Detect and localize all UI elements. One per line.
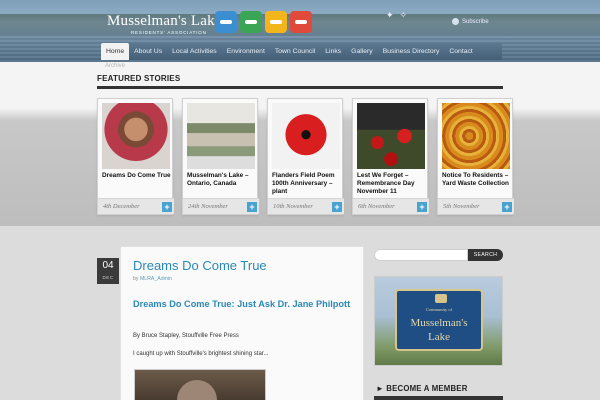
sign-text: Community of — [425, 307, 453, 312]
post-image[interactable] — [134, 369, 266, 400]
story-date-bar: 24th November + — [183, 198, 259, 214]
rss-icon — [452, 18, 459, 25]
story-thumbnail[interactable] — [442, 103, 510, 169]
story-date-bar: 10th November + — [268, 198, 344, 214]
post-paragraph: By Bruce Stapley, Stouffville Free Press — [133, 333, 239, 339]
story-date: 24th November — [188, 203, 228, 210]
story-thumbnail[interactable] — [357, 103, 425, 169]
crest-icon — [435, 294, 447, 303]
post-article: Dreams Do Come True by MLRA_Admin Dreams… — [120, 246, 364, 400]
post-month: DEC — [102, 275, 114, 280]
nav-item-contact[interactable]: Contact — [444, 43, 477, 60]
story-thumbnail[interactable] — [102, 103, 170, 169]
nav-item-gallery[interactable]: Gallery — [346, 43, 378, 60]
subscribe-label: Subscribe — [462, 18, 489, 25]
subscribe-link[interactable]: Subscribe — [452, 18, 489, 25]
nav-item-archive[interactable]: Archive — [105, 63, 125, 69]
post-title[interactable]: Dreams Do Come True — [133, 258, 267, 273]
story-date-bar: 4th December + — [98, 198, 174, 214]
story-thumbnail[interactable] — [272, 103, 340, 169]
story-title[interactable]: Notice To Residents – Yard Waste Collect… — [442, 172, 512, 188]
post-author-link[interactable]: MLRA_Admin — [140, 276, 172, 282]
story-date: 10th November — [273, 203, 313, 210]
read-more-button[interactable]: + — [332, 202, 342, 212]
featured-divider — [97, 86, 503, 89]
kayak-icon — [240, 11, 262, 33]
nav-item-environment[interactable]: Environment — [222, 43, 270, 60]
story-date-bar: 5th November + — [438, 198, 514, 214]
nav-item-home[interactable]: Home — [101, 43, 130, 60]
featured-card[interactable]: Notice To Residents – Yard Waste Collect… — [437, 98, 514, 215]
read-more-button[interactable]: + — [417, 202, 427, 212]
featured-card[interactable]: Dreams Do Come True 4th December + — [97, 98, 174, 215]
swimming-icon — [215, 11, 237, 33]
story-thumbnail[interactable] — [187, 103, 255, 169]
story-title[interactable]: Flanders Field Poem 100th Anniversary – … — [272, 172, 342, 196]
post-subtitle: Dreams Do Come True: Just Ask Dr. Jane P… — [133, 299, 351, 309]
featured-card[interactable]: Lest We Forget – Remembrance Day Novembe… — [352, 98, 429, 215]
story-date-bar: 6th November + — [353, 198, 429, 214]
story-date: 5th November — [443, 203, 480, 210]
site-logo-title[interactable]: Musselman's Lake — [107, 13, 222, 30]
sign-board: Community of Musselman's Lake — [395, 289, 483, 351]
sailing-icon — [290, 11, 312, 33]
nav-item-links[interactable]: Links — [320, 43, 346, 60]
cycling-icon — [265, 11, 287, 33]
post-day: 04 — [102, 260, 114, 271]
sign-text: Musselman's — [410, 317, 468, 329]
read-more-button[interactable]: + — [502, 202, 512, 212]
story-title[interactable]: Dreams Do Come True — [102, 172, 172, 180]
post-byline: by MLRA_Admin — [133, 276, 172, 282]
story-date: 4th December — [103, 203, 140, 210]
featured-heading: FEATURED STORIES — [97, 74, 181, 83]
story-title[interactable]: Lest We Forget – Remembrance Day Novembe… — [357, 172, 427, 196]
read-more-button[interactable]: + — [247, 202, 257, 212]
lake-sign-image[interactable]: Community of Musselman's Lake — [374, 276, 503, 366]
featured-card[interactable]: Musselman's Lake – Ontario, Canada 24th … — [182, 98, 259, 215]
nav-item-business-directory[interactable]: Business Directory — [378, 43, 445, 60]
become-member-divider — [374, 396, 503, 400]
social-links: ✦ ✧ — [386, 10, 407, 21]
featured-cards: Dreams Do Come True 4th December + Musse… — [97, 98, 514, 215]
site-logo-subtitle: RESIDENTS' ASSOCIATION — [131, 30, 207, 35]
activity-icons — [215, 11, 312, 33]
post-paragraph: I caught up with Stouffville's brightest… — [133, 351, 269, 357]
post-image-subject — [177, 380, 217, 400]
read-more-button[interactable]: + — [162, 202, 172, 212]
nav-item-about-us[interactable]: About Us — [129, 43, 167, 60]
story-title[interactable]: Musselman's Lake – Ontario, Canada — [187, 172, 257, 188]
sign-text: Lake — [428, 331, 450, 343]
post-date-badge: 04 DEC — [97, 258, 119, 284]
nav-item-town-council[interactable]: Town Council — [270, 43, 320, 60]
search-button[interactable]: SEARCH — [468, 249, 503, 261]
nav-item-local-activities[interactable]: Local Activities — [167, 43, 222, 60]
become-member-heading[interactable]: ► BECOME A MEMBER — [376, 384, 468, 393]
facebook-icon[interactable]: ✧ — [400, 10, 408, 21]
twitter-icon[interactable]: ✦ — [386, 10, 394, 21]
story-date: 6th November — [358, 203, 395, 210]
byline-prefix: by — [133, 276, 139, 282]
featured-card[interactable]: Flanders Field Poem 100th Anniversary – … — [267, 98, 344, 215]
main-nav: Home About Us Local Activities Environme… — [101, 43, 502, 60]
search-input[interactable] — [374, 249, 468, 261]
